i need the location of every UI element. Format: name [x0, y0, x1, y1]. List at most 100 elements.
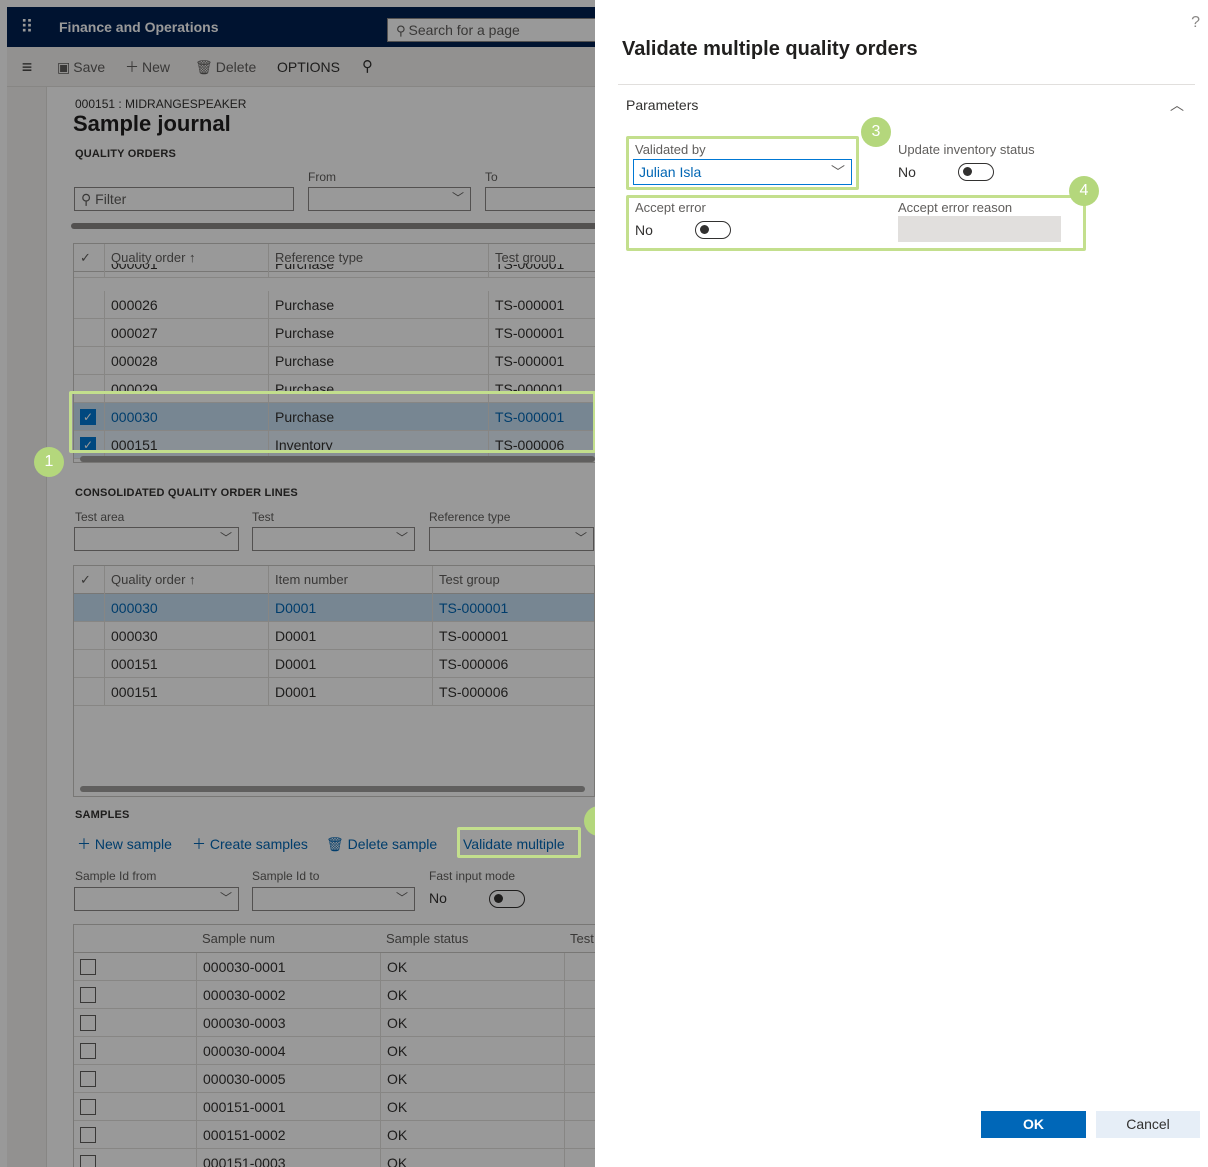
table-row[interactable]: 000030-0004 OK: [74, 1037, 595, 1065]
cell-group[interactable]: TS-000001: [432, 594, 594, 622]
row-checkbox[interactable]: [80, 1099, 96, 1115]
validate-multiple-button[interactable]: Validate multiple: [463, 834, 565, 854]
top-nav-bar: ⠿ Finance and Operations ⚲ Search for a p…: [7, 7, 595, 47]
cell-order: 000028: [104, 347, 268, 375]
row-checkbox[interactable]: [80, 1015, 96, 1031]
col-test-group[interactable]: Test group: [432, 566, 594, 594]
table-row[interactable]: 000026 Purchase TS-000001: [74, 291, 595, 319]
chevron-down-icon: ﹀: [831, 164, 845, 180]
table-row[interactable]: 000030-0005 OK: [74, 1065, 595, 1093]
table-row[interactable]: 000029 Purchase TS-000001: [74, 375, 595, 403]
app-launcher-icon[interactable]: ⠿: [7, 7, 47, 47]
table-row[interactable]: 000151-0003 OK: [74, 1149, 595, 1167]
table-row[interactable]: 000030-0002 OK: [74, 981, 595, 1009]
new-sample-button[interactable]: ＋ New sample: [77, 834, 172, 854]
col-quality-order[interactable]: Quality order ↑: [104, 566, 268, 594]
cell-test: [564, 1121, 595, 1149]
filter-input[interactable]: ⚲ Filter: [74, 187, 294, 211]
parameters-header[interactable]: Parameters: [626, 97, 698, 113]
horizontal-scrollbar[interactable]: [71, 223, 595, 229]
row-checkbox[interactable]: [80, 959, 96, 975]
to-date-field[interactable]: [485, 187, 595, 211]
from-date-field[interactable]: ﹀: [308, 187, 471, 211]
validated-by-dropdown[interactable]: Julian Isla ﹀: [633, 159, 852, 185]
plus-icon: ＋: [77, 836, 91, 852]
row-checkbox[interactable]: [80, 987, 96, 1003]
cell-sample-num: 000151-0001: [196, 1093, 380, 1121]
hamburger-icon[interactable]: ≡: [15, 55, 39, 79]
update-inventory-label: Update inventory status: [898, 142, 1035, 157]
col-item-number[interactable]: Item number: [268, 566, 432, 594]
validated-by-label: Validated by: [635, 142, 706, 157]
fast-input-label: Fast input mode: [429, 869, 516, 883]
table-row[interactable]: 000151-0002 OK: [74, 1121, 595, 1149]
cell-sample-status: OK: [380, 1149, 564, 1167]
search-icon: ⚲: [396, 23, 406, 38]
row-checkbox[interactable]: [80, 1127, 96, 1143]
create-samples-button[interactable]: ＋ Create samples: [192, 834, 308, 854]
cell-group[interactable]: TS-000001: [488, 403, 595, 431]
options-button[interactable]: OPTIONS: [277, 47, 340, 87]
row-checkbox[interactable]: [80, 1071, 96, 1087]
accept-error-toggle[interactable]: [695, 221, 731, 239]
dialog-title: Validate multiple quality orders: [622, 38, 918, 60]
fast-input-toggle[interactable]: [489, 890, 525, 908]
table-row[interactable]: 000030-0001 OK: [74, 953, 595, 981]
samples-grid: Sample num Sample status Test 000030-000…: [73, 924, 595, 1167]
cell-sample-num: 000030-0003: [196, 1009, 380, 1037]
cell-order[interactable]: 000030: [104, 403, 268, 431]
cell-group: TS-000001: [488, 291, 595, 319]
test-dropdown[interactable]: ﹀: [252, 527, 415, 551]
row-checkbox-checked[interactable]: ✓: [80, 437, 96, 453]
cell-test: [564, 1037, 595, 1065]
table-row[interactable]: 000151-0001 OK: [74, 1093, 595, 1121]
reference-type-dropdown[interactable]: ﹀: [429, 527, 594, 551]
cell-reference: Inventory: [268, 431, 488, 459]
col-sample-status[interactable]: Sample status: [380, 925, 564, 953]
table-row[interactable]: 000028 Purchase TS-000001: [74, 347, 595, 375]
help-icon[interactable]: ?: [1191, 14, 1200, 32]
plus-icon: ＋: [125, 59, 139, 75]
chevron-up-icon[interactable]: ︿: [1170, 95, 1184, 115]
table-row[interactable]: 000001 Purchase TS-000001: [74, 264, 595, 278]
page-search-box[interactable]: ⚲ Search for a page: [387, 18, 595, 42]
validated-by-value: Julian Isla: [639, 164, 702, 180]
grid-scrollbar[interactable]: [80, 786, 585, 792]
action-search-icon[interactable]: ⚲: [362, 47, 373, 87]
table-row-selected[interactable]: 000030 D0001 TS-000001: [74, 594, 594, 622]
cell-item[interactable]: D0001: [268, 594, 432, 622]
table-row[interactable]: 000027 Purchase TS-000001: [74, 319, 595, 347]
cell-sample-num: 000030-0005: [196, 1065, 380, 1093]
select-all-icon[interactable]: ✓: [74, 566, 104, 594]
save-button[interactable]: ▣ Save: [57, 47, 105, 87]
table-row[interactable]: 000030 D0001 TS-000001: [74, 622, 594, 650]
test-area-dropdown[interactable]: ﹀: [74, 527, 239, 551]
table-row[interactable]: 000151 D0001 TS-000006: [74, 678, 594, 706]
col-sample-num[interactable]: Sample num: [196, 925, 380, 953]
delete-button[interactable]: 🗑 Delete: [195, 47, 256, 87]
cell-reference: Purchase: [268, 264, 488, 277]
cell-group: TS-000001: [488, 264, 595, 277]
trash-icon: 🗑: [195, 59, 213, 75]
table-row-selected[interactable]: ✓ 000151 Inventory TS-000006: [74, 431, 595, 459]
cell-order[interactable]: 000030: [104, 594, 268, 622]
new-button[interactable]: ＋ New: [125, 47, 170, 87]
grid-scrollbar[interactable]: [80, 456, 595, 462]
row-checkbox[interactable]: [80, 1043, 96, 1059]
cancel-button[interactable]: Cancel: [1096, 1111, 1200, 1138]
table-row[interactable]: 000030-0003 OK: [74, 1009, 595, 1037]
col-test[interactable]: Test: [564, 925, 595, 953]
delete-sample-button[interactable]: 🗑 Delete sample: [326, 834, 437, 854]
sample-id-from-dropdown[interactable]: ﹀: [74, 887, 239, 911]
table-row-selected[interactable]: ✓ 000030 Purchase TS-000001: [74, 403, 595, 431]
ok-button[interactable]: OK: [981, 1111, 1086, 1138]
save-icon: ▣: [57, 59, 71, 75]
sample-id-to-dropdown[interactable]: ﹀: [252, 887, 415, 911]
update-inventory-toggle[interactable]: [958, 163, 994, 181]
fast-input-value: No: [429, 890, 447, 906]
grid-header-row: Sample num Sample status Test: [74, 925, 595, 953]
cell-sample-num: 000030-0004: [196, 1037, 380, 1065]
table-row[interactable]: 000151 D0001 TS-000006: [74, 650, 594, 678]
row-checkbox[interactable]: [80, 1155, 96, 1167]
row-checkbox-checked[interactable]: ✓: [80, 409, 96, 425]
